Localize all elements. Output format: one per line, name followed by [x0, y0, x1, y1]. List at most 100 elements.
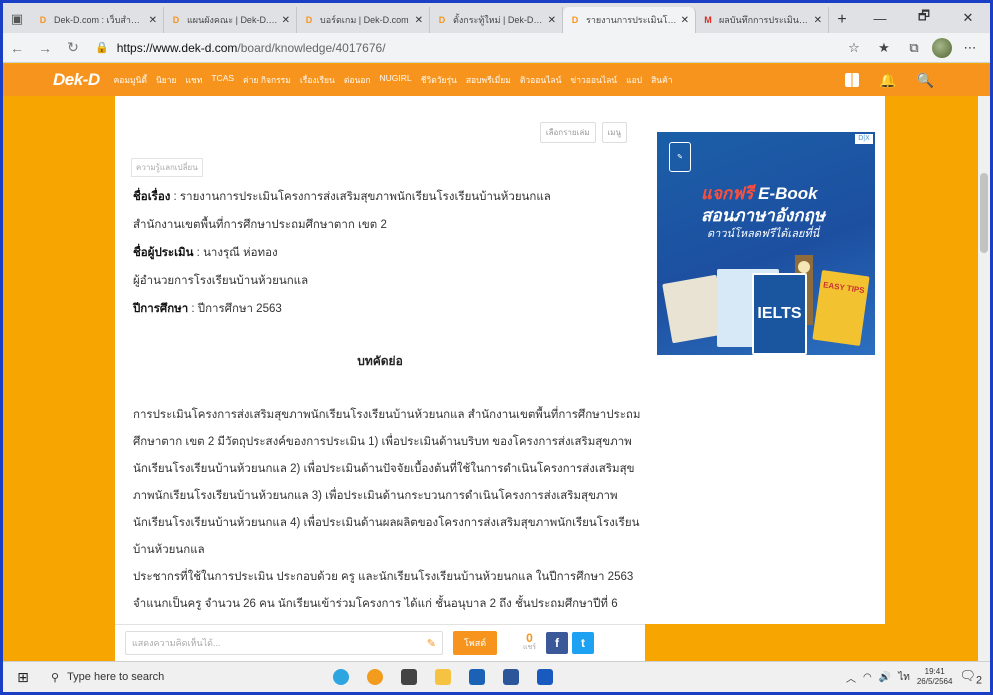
- url-path: /board/knowledge/4017676/: [237, 40, 386, 55]
- nav-item[interactable]: ค่าย กิจกรรม: [243, 73, 291, 87]
- nav-item[interactable]: ต่อนอก: [344, 73, 371, 87]
- close-tab-icon[interactable]: ✕: [548, 15, 556, 26]
- nav-item[interactable]: สินค้า: [651, 73, 672, 87]
- facebook-share-button[interactable]: f: [546, 632, 569, 654]
- nav-item[interactable]: เรื่องเรียน: [300, 73, 335, 87]
- site-nav: คอมมูนิตี้ นิยาย แชท TCAS ค่าย กิจกรรม เ…: [114, 73, 673, 87]
- nav-item[interactable]: คอมมูนิตี้: [114, 73, 147, 87]
- photos-icon[interactable]: [503, 669, 519, 685]
- nav-item[interactable]: ชีวิตวัยรุ่น: [421, 73, 457, 87]
- nav-item[interactable]: แชท: [186, 73, 203, 87]
- dekd-logo[interactable]: Dek-D: [53, 70, 100, 90]
- ad-caption: ดาวน์โหลดฟรีได้เลยที่นี่: [707, 228, 820, 240]
- edge-icon[interactable]: [333, 669, 349, 685]
- nav-item[interactable]: ติวออนไลน์: [520, 73, 562, 87]
- nav-item[interactable]: นิยาย: [156, 73, 177, 87]
- scrollbar-thumb[interactable]: [980, 173, 988, 253]
- browser-tools: ☆ ★ ⧉ ⋯: [842, 37, 982, 58]
- nav-item[interactable]: NUGIRL: [380, 73, 412, 87]
- chrome-icon[interactable]: [367, 669, 383, 685]
- browser-tab[interactable]: D ตั้งกระทู้ใหม่ | Dek-D.com ✕: [430, 7, 563, 33]
- abstract-line: ประชากรที่ใช้ในการประเมิน ประกอบด้วย ครู…: [133, 571, 634, 583]
- nav-item[interactable]: แอป: [626, 73, 642, 87]
- tray-chevron-icon[interactable]: ︿: [846, 670, 856, 685]
- search-icon[interactable]: 🔍: [917, 72, 934, 89]
- language-icon[interactable]: ไท: [898, 670, 910, 685]
- nav-item[interactable]: TCAS: [211, 73, 234, 87]
- windows-start-icon[interactable]: ⊞: [3, 669, 43, 686]
- volume-icon[interactable]: 🔊: [879, 672, 891, 683]
- bell-icon[interactable]: 🔔: [879, 72, 896, 89]
- reader-mode-icon[interactable]: ☆: [842, 40, 866, 56]
- minimize-button[interactable]: —: [858, 11, 902, 26]
- windows-taskbar: ⊞ ⚲ Type here to search ︿ ◠ 🔊 ไท 19:41 2…: [3, 661, 990, 692]
- browser-tab[interactable]: D Dek-D.com : เว็บสำหรับวัยรุ่น ✕: [31, 7, 164, 33]
- title-line-cont: สำนักงานเขตพื้นที่การศึกษาประถมศึกษาตาก …: [133, 216, 387, 234]
- share-count-value: 0: [526, 631, 533, 645]
- url-field[interactable]: 🔒 https://www.dek-d.com/board/knowledge/…: [95, 36, 842, 60]
- forward-arrow-icon[interactable]: →: [31, 40, 59, 56]
- abstract-line: นักเรียนโรงเรียนบ้านห้วยนกแล 4) เพื่อประ…: [133, 517, 640, 529]
- ad-choices-icon[interactable]: D|X: [855, 134, 873, 144]
- search-icon: ⚲: [51, 671, 60, 684]
- tab-actions-icon[interactable]: ▣: [3, 5, 31, 33]
- collections-icon[interactable]: ⧉: [902, 40, 926, 56]
- browser-tab[interactable]: D แผนผังคณะ | Dek-D.com ✕: [164, 7, 297, 33]
- comment-bar: แสดงความคิดเห็นได้... ✎ โพสต์ 0 แชร์ f t: [115, 624, 645, 661]
- restore-button[interactable]: 🗗: [902, 7, 946, 29]
- notification-icon[interactable]: 🗨2: [959, 668, 982, 687]
- browser-tab[interactable]: D บอร์ดเกม | Dek-D.com ✕: [297, 7, 430, 33]
- pencil-icon[interactable]: ✎: [427, 637, 436, 650]
- abstract-title: บทคัดย่อ: [357, 354, 403, 368]
- tab-title: รายงานการประเมินโครงการ: [586, 15, 677, 25]
- clock-time: 19:41: [924, 667, 945, 676]
- tab-title: แผนผังคณะ | Dek-D.com: [187, 15, 278, 25]
- profile-avatar[interactable]: [932, 37, 952, 58]
- close-tab-icon[interactable]: ✕: [282, 15, 290, 26]
- back-arrow-icon[interactable]: ←: [3, 40, 31, 56]
- word-icon[interactable]: [537, 669, 553, 685]
- close-tab-icon[interactable]: ✕: [814, 15, 822, 26]
- article-actions: เลือกรายเล่ม เมนู: [539, 122, 627, 143]
- sidebar: D|X ✎ แจกฟรี E-Book สอนภาษาอังกฤษ ดาวน์โ…: [645, 96, 885, 624]
- tab-title: Dek-D.com : เว็บสำหรับวัยรุ่น: [54, 15, 145, 25]
- screen: ▣ D Dek-D.com : เว็บสำหรับวัยรุ่น ✕ D แผ…: [0, 0, 993, 695]
- browser-tab-active[interactable]: D รายงานการประเมินโครงการ ✕: [563, 7, 696, 33]
- ebook-ad[interactable]: D|X ✎ แจกฟรี E-Book สอนภาษาอังกฤษ ดาวน์โ…: [657, 132, 875, 355]
- close-tab-icon[interactable]: ✕: [149, 15, 157, 26]
- browser-tab[interactable]: M ผลบันทึกการประเมินบ้านทัก ✕: [696, 7, 829, 33]
- clock[interactable]: 19:41 26/5/2564: [917, 667, 953, 687]
- close-tab-icon[interactable]: ✕: [681, 15, 689, 26]
- category-tag[interactable]: ความรู้แลกเปลี่ยน: [131, 158, 203, 177]
- ad-headline-white: E-Book: [753, 184, 818, 203]
- store-icon[interactable]: [401, 669, 417, 685]
- taskbar-search-text: Type here to search: [67, 671, 165, 683]
- close-tab-icon[interactable]: ✕: [415, 15, 423, 26]
- tab-title: ผลบันทึกการประเมินบ้านทัก: [719, 15, 810, 25]
- share-count-label: แชร์: [523, 644, 537, 651]
- apps-grid-icon[interactable]: [845, 73, 860, 87]
- nav-item[interactable]: สอบพรีเมี่ยม: [466, 73, 511, 87]
- file-explorer-icon[interactable]: [435, 669, 451, 685]
- favicon-icon: D: [438, 15, 446, 25]
- network-icon[interactable]: ◠: [863, 672, 872, 683]
- twitter-share-button[interactable]: t: [572, 632, 595, 654]
- lock-icon[interactable]: 🔒: [95, 41, 109, 54]
- more-menu-icon[interactable]: ⋯: [958, 40, 982, 56]
- comment-input[interactable]: แสดงความคิดเห็นได้... ✎: [125, 631, 443, 655]
- taskbar-search[interactable]: ⚲ Type here to search: [43, 663, 273, 691]
- new-tab-button[interactable]: +: [829, 7, 855, 33]
- favorites-icon[interactable]: ★: [872, 40, 896, 56]
- refresh-icon[interactable]: ↻: [59, 39, 87, 56]
- academic-year-line: ปีการศึกษา : ปีการศึกษา 2563: [133, 300, 282, 318]
- url-host: https://www.dek-d.com: [116, 40, 238, 55]
- select-button[interactable]: เลือกรายเล่ม: [539, 122, 596, 143]
- menu-button[interactable]: เมนู: [601, 122, 627, 143]
- post-comment-button[interactable]: โพสต์: [453, 631, 497, 655]
- field-value: : ปีการศึกษา 2563: [188, 303, 282, 315]
- abstract-line: ภาพนักเรียนโรงเรียนบ้านห้วยนกแล 3) เพื่อ…: [133, 490, 618, 502]
- article-content: เลือกรายเล่ม เมนู ความรู้แลกเปลี่ยน ชื่อ…: [115, 96, 645, 624]
- nav-item[interactable]: ข่าวออนไลน์: [570, 73, 617, 87]
- close-window-button[interactable]: ✕: [946, 10, 990, 26]
- mail-icon[interactable]: [469, 669, 485, 685]
